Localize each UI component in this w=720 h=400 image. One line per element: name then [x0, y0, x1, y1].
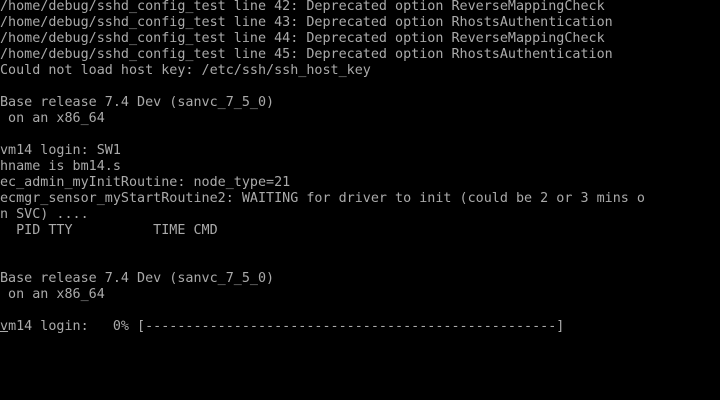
console-line: ec_admin_myInitRoutine: node_type=21	[0, 175, 291, 190]
console-line: /home/debug/sshd_config_test line 42: De…	[0, 0, 605, 14]
console-line: /home/debug/sshd_config_test line 43: De…	[0, 15, 613, 30]
console-line: Base release 7.4 Dev (sanvc_7_5_0)	[0, 95, 275, 110]
login-prompt-line[interactable]: vm14 login: 0% [------------------------…	[0, 319, 564, 335]
console-line: hname is bm14.s	[0, 159, 121, 174]
console-line: on an x86_64	[0, 287, 105, 302]
console-line: n SVC) ....	[0, 207, 89, 222]
console-line: /home/debug/sshd_config_test line 44: De…	[0, 31, 605, 46]
console-line: vm14 login: SW1	[0, 143, 121, 158]
login-prompt-text: m14 login: 0% [-------------------------…	[8, 319, 565, 334]
console-line: ecmgr_sensor_myStartRoutine2: WAITING fo…	[0, 191, 645, 206]
terminal-console[interactable]: /home/debug/sshd_config_test line 42: De…	[0, 0, 720, 400]
text-cursor: v	[0, 319, 9, 334]
console-line: PID TTY TIME CMD	[0, 223, 218, 238]
console-line: Base release 7.4 Dev (sanvc_7_5_0)	[0, 271, 275, 286]
console-line: on an x86_64	[0, 111, 105, 126]
console-line: /home/debug/sshd_config_test line 45: De…	[0, 47, 613, 62]
console-line: Could not load host key: /etc/ssh/ssh_ho…	[0, 63, 371, 78]
